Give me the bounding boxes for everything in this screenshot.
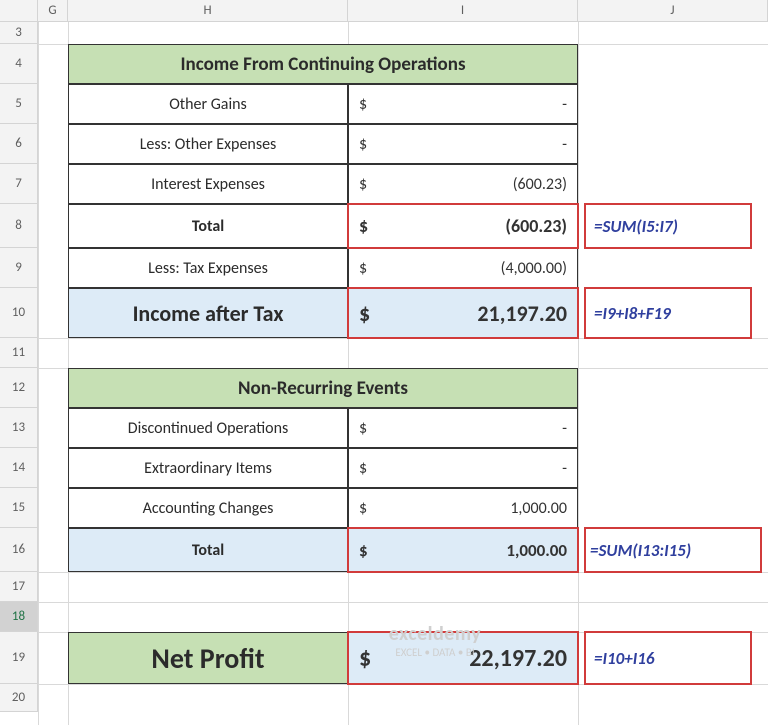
cell-h9[interactable]: Less: Tax Expenses (68, 248, 348, 288)
currency-symbol: $ (359, 540, 368, 561)
cell-value: - (562, 95, 567, 114)
currency-symbol: $ (359, 499, 367, 518)
row-header-15[interactable]: 15 (0, 488, 38, 528)
cell-h8[interactable]: Total (68, 204, 348, 248)
cell-i13[interactable]: $- (348, 408, 578, 448)
row-header-12[interactable]: 12 (0, 368, 38, 408)
cell-h10[interactable]: Income after Tax (68, 288, 348, 338)
table1-header[interactable]: Income From Continuing Operations (68, 44, 578, 84)
row-header-8[interactable]: 8 (0, 204, 38, 248)
currency-symbol: $ (359, 135, 367, 154)
row-header-18[interactable]: 18 (0, 602, 38, 632)
formula-f10: =I9+I8+F19 (594, 288, 671, 338)
row-header-4[interactable]: 4 (0, 44, 38, 84)
cell-h5[interactable]: Other Gains (68, 84, 348, 124)
cell-value: (600.23) (505, 215, 567, 237)
cell-value: 22,197.20 (469, 644, 567, 673)
table2-header[interactable]: Non-Recurring Events (68, 368, 578, 408)
row-header-3[interactable]: 3 (0, 22, 38, 44)
row-header-14[interactable]: 14 (0, 448, 38, 488)
row-header-7[interactable]: 7 (0, 164, 38, 204)
cell-h7[interactable]: Interest Expenses (68, 164, 348, 204)
col-header-i[interactable]: I (348, 0, 578, 22)
cell-i9[interactable]: $ (4,000.00) (348, 248, 578, 288)
cell-h16[interactable]: Total (68, 528, 348, 572)
row-header-5[interactable]: 5 (0, 84, 38, 124)
spreadsheet-view: { "columns": ["G","H","I","J"], "rows": … (0, 0, 768, 725)
cell-value: - (562, 459, 567, 478)
formula-f8: =SUM(I5:I7) (594, 204, 678, 248)
currency-symbol: $ (359, 419, 367, 438)
cell-h13[interactable]: Discontinued Operations (68, 408, 348, 448)
row-header-20[interactable]: 20 (0, 684, 38, 712)
row-header-9[interactable]: 9 (0, 248, 38, 288)
currency-symbol: $ (359, 459, 367, 478)
col-header-h[interactable]: H (68, 0, 348, 22)
row-header-10[interactable]: 10 (0, 288, 38, 338)
cell-i15[interactable]: $1,000.00 (348, 488, 578, 528)
formula-f16: =SUM(I13:I15) (590, 528, 691, 572)
row-header-6[interactable]: 6 (0, 124, 38, 164)
cell-i6[interactable]: $- (348, 124, 578, 164)
currency-symbol: $ (359, 644, 371, 673)
cell-value: 21,197.20 (477, 300, 567, 327)
cell-h14[interactable]: Extraordinary Items (68, 448, 348, 488)
formula-f19: =I10+I16 (594, 632, 654, 684)
cell-value: 1,000.00 (506, 540, 567, 561)
col-header-g[interactable]: G (38, 0, 68, 22)
row-header-16[interactable]: 16 (0, 528, 38, 572)
row-header-13[interactable]: 13 (0, 408, 38, 448)
cell-value: (600.23) (513, 175, 567, 194)
row-header-17[interactable]: 17 (0, 572, 38, 602)
currency-symbol: $ (359, 259, 367, 278)
corner-cell[interactable] (0, 0, 38, 22)
cell-value: - (562, 135, 567, 154)
cell-i8[interactable]: $ (600.23) (348, 204, 578, 248)
cell-h15[interactable]: Accounting Changes (68, 488, 348, 528)
cell-value: 1,000.00 (510, 499, 567, 518)
cell-i16[interactable]: $1,000.00 (348, 528, 578, 572)
row-header-19[interactable]: 19 (0, 632, 38, 684)
cell-i14[interactable]: $- (348, 448, 578, 488)
cell-h6[interactable]: Less: Other Expenses (68, 124, 348, 164)
currency-symbol: $ (359, 95, 367, 114)
cell-i10[interactable]: $21,197.20 (348, 288, 578, 338)
cell-h19[interactable]: Net Profit (68, 632, 348, 684)
cell-value: (4,000.00) (501, 259, 567, 278)
col-header-j[interactable]: J (578, 0, 768, 22)
cell-i5[interactable]: $- (348, 84, 578, 124)
row-header-11[interactable]: 11 (0, 338, 38, 368)
currency-symbol: $ (359, 215, 368, 237)
currency-symbol: $ (359, 300, 370, 327)
cell-value: - (562, 419, 567, 438)
cell-i19[interactable]: $22,197.20 (348, 632, 578, 684)
currency-symbol: $ (359, 175, 367, 194)
cell-i7[interactable]: $ (600.23) (348, 164, 578, 204)
